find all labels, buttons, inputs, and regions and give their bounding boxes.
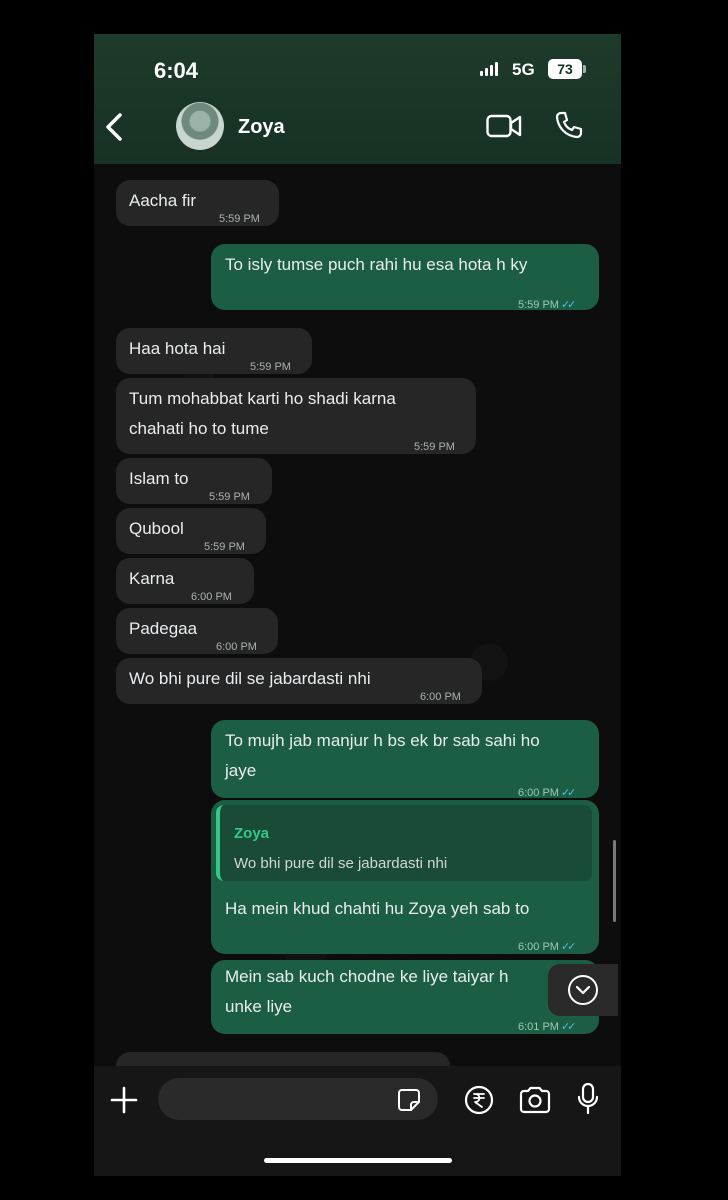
- sticker-icon: [398, 1089, 420, 1111]
- message-time-text: 6:00 PM: [518, 787, 559, 799]
- message-text: Islam to: [129, 469, 189, 488]
- message-bubble[interactable]: Wo bhi pure dil se jabardasti nhi 6:00 P…: [116, 658, 482, 704]
- microphone-button[interactable]: [576, 1082, 600, 1116]
- message-input[interactable]: [158, 1078, 438, 1120]
- network-type: 5G: [512, 60, 535, 79]
- camera-icon: [519, 1086, 551, 1114]
- message-bubble[interactable]: Haa hota hai 5:59 PM: [116, 328, 312, 374]
- message-text: unke liye: [225, 997, 293, 1016]
- message-text: Aacha fir: [129, 191, 197, 210]
- contact-name[interactable]: Zoya: [238, 116, 285, 139]
- message-bubble[interactable]: Mein sab kuch chodne ke liye taiyar h un…: [211, 960, 599, 1034]
- back-button[interactable]: [100, 110, 130, 144]
- quoted-message[interactable]: Zoya Wo bhi pure dil se jabardasti nhi: [216, 805, 592, 881]
- battery-indicator: 73: [548, 59, 582, 79]
- message-time-text: 6:01 PM: [518, 1021, 559, 1033]
- voice-call-button[interactable]: [554, 110, 584, 140]
- video-camera-icon: [486, 114, 522, 138]
- message-text: Qubool: [129, 519, 184, 538]
- message-bubble[interactable]: Padegaa 6:00 PM: [116, 608, 278, 654]
- message-text: chahati ho to tume: [129, 419, 269, 438]
- attach-button[interactable]: [108, 1084, 140, 1116]
- chat-header: 6:04 5G 73 Zoya: [94, 34, 621, 164]
- message-text: Padegaa: [129, 619, 198, 638]
- phone-screen: 6:04 5G 73 Zoya Aacha fir 5:59 PM To isl…: [94, 34, 621, 1176]
- chevron-down-icon: [568, 975, 598, 1005]
- message-text: Ha mein khud chahti hu Zoya yeh sab to: [225, 899, 530, 918]
- scroll-to-bottom-button[interactable]: [548, 964, 618, 1016]
- message-time: 6:00 PM: [420, 691, 461, 703]
- message-time-text: 5:59 PM: [518, 299, 559, 311]
- phone-icon: [555, 111, 583, 139]
- video-call-button[interactable]: [486, 112, 522, 140]
- message-bubble[interactable]: Karna 6:00 PM: [116, 558, 254, 604]
- message-bubble-reply[interactable]: Zoya Wo bhi pure dil se jabardasti nhi H…: [211, 800, 599, 954]
- message-time: 6:00 PM ✓✓: [518, 932, 577, 962]
- plus-icon: [110, 1086, 138, 1114]
- read-ticks-icon: ✓✓: [560, 1021, 577, 1033]
- signal-icon: [480, 62, 498, 76]
- message-bubble[interactable]: To isly tumse puch rahi hu esa hota h ky…: [211, 244, 599, 311]
- read-ticks-icon: ✓✓: [560, 299, 577, 311]
- message-time-text: 6:00 PM: [518, 941, 559, 953]
- message-text: To isly tumse puch rahi hu esa hota h ky: [225, 255, 528, 274]
- sticker-button[interactable]: [397, 1088, 421, 1112]
- message-bubble[interactable]: Qubool 5:59 PM: [116, 508, 266, 554]
- quoted-text: Wo bhi pure dil se jabardasti nhi: [234, 855, 448, 872]
- message-text: Haa hota hai: [129, 339, 226, 358]
- message-time: 6:01 PM ✓✓: [518, 1012, 577, 1042]
- message-time: 5:59 PM ✓✓: [518, 290, 577, 320]
- message-text: jaye: [225, 761, 257, 780]
- message-text: To mujh jab manjur h bs ek br sab sahi h…: [225, 731, 540, 750]
- message-bubble[interactable]: Tum mohabbat karti ho shadi karna chahat…: [116, 378, 476, 454]
- rupee-icon: [464, 1085, 494, 1115]
- message-time: 5:59 PM: [219, 213, 260, 225]
- message-text: Mein sab kuch chodne ke liye taiyar h: [225, 967, 509, 986]
- payment-button[interactable]: [464, 1085, 494, 1115]
- message-bubble[interactable]: To mujh jab manjur h bs ek br sab sahi h…: [211, 720, 599, 799]
- quoted-sender: Zoya: [234, 825, 270, 842]
- message-bubble[interactable]: Islam to 5:59 PM: [116, 458, 272, 504]
- message-bubble[interactable]: Aacha fir 5:59 PM: [116, 180, 279, 226]
- message-text: Tum mohabbat karti ho shadi karna: [129, 389, 396, 408]
- message-text: Karna: [129, 569, 175, 588]
- battery-tip: [583, 65, 586, 73]
- scrollbar[interactable]: [613, 840, 616, 922]
- microphone-icon: [577, 1082, 599, 1115]
- home-indicator[interactable]: [264, 1158, 452, 1163]
- message-time: 5:59 PM: [414, 441, 455, 453]
- message-text: Wo bhi pure dil se jabardasti nhi: [129, 669, 371, 688]
- status-time: 6:04: [154, 58, 199, 83]
- read-ticks-icon: ✓✓: [560, 941, 577, 953]
- avatar[interactable]: [176, 102, 224, 150]
- camera-button[interactable]: [518, 1085, 552, 1115]
- read-ticks-icon: ✓✓: [560, 787, 577, 799]
- chevron-left-icon: [106, 113, 122, 141]
- message-list[interactable]: Aacha fir 5:59 PM To isly tumse puch rah…: [94, 164, 621, 1064]
